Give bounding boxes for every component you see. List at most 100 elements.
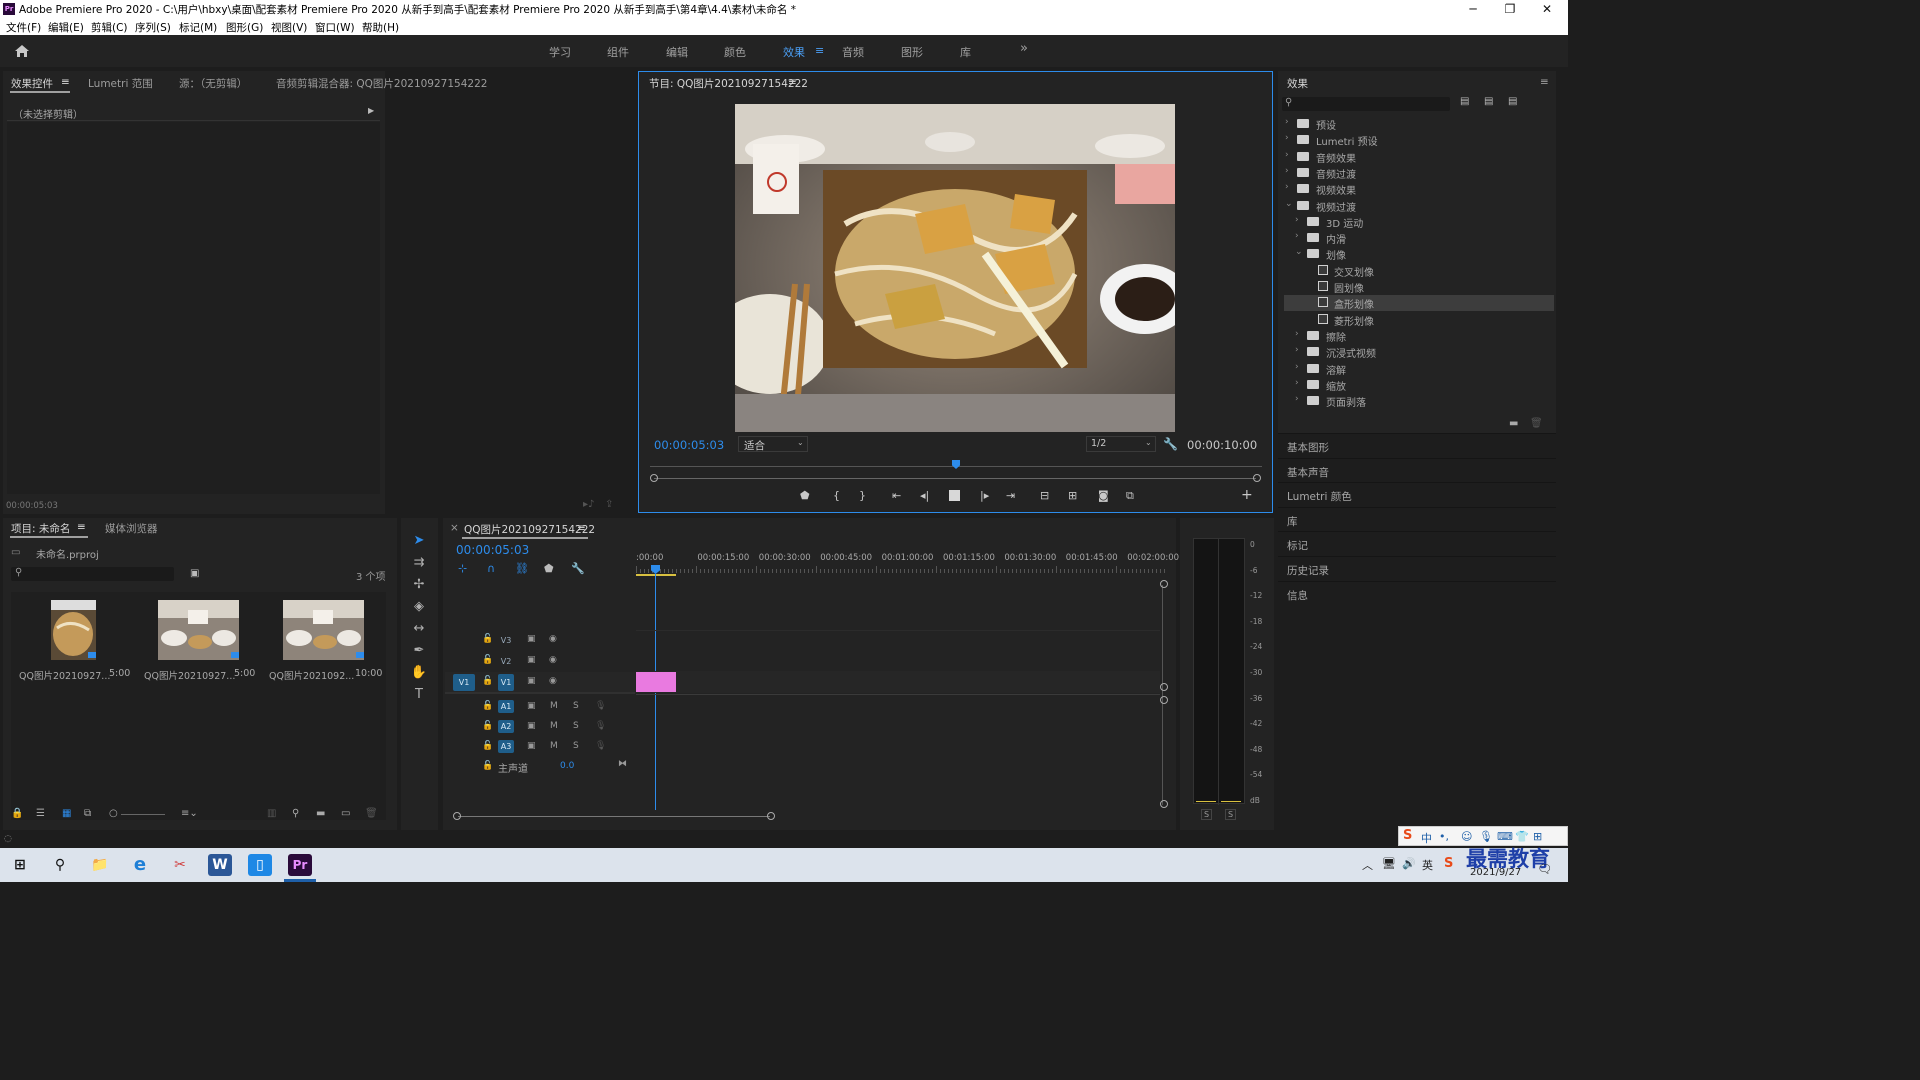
filter-icon[interactable]: ▸♪: [583, 499, 594, 510]
lock-icon[interactable]: 🔓: [482, 655, 493, 665]
program-monitor-title[interactable]: 节目: QQ图片20210927154222: [649, 76, 808, 91]
accelerated-effects-icon[interactable]: ▤: [1460, 96, 1469, 107]
restore-button[interactable]: ❐: [1492, 0, 1528, 18]
effects-search-input[interactable]: ⚲: [1282, 97, 1450, 111]
sync-lock-icon[interactable]: ▣: [527, 634, 536, 644]
ripple-edit-tool-icon[interactable]: ✢: [410, 577, 428, 592]
effect-folder[interactable]: › 视频效果: [1284, 181, 1554, 197]
effect-folder[interactable]: › 音频过渡: [1284, 165, 1554, 181]
go-to-end-icon[interactable]: ⧓: [618, 759, 627, 769]
v1-track-lane[interactable]: [636, 671, 1160, 693]
tablet-app-icon[interactable]: ▯: [248, 854, 272, 876]
menu-graphics[interactable]: 图形(G): [226, 20, 263, 35]
horizontal-scrollbar[interactable]: [458, 816, 770, 817]
side-panel-item[interactable]: 基本图形: [1278, 433, 1556, 457]
timeline-timecode[interactable]: 00:00:05:03: [456, 543, 529, 557]
type-tool-icon[interactable]: T: [410, 687, 428, 702]
source-patch-v1[interactable]: V1: [453, 674, 475, 691]
sync-lock-icon[interactable]: ▣: [527, 741, 536, 751]
side-panel-item[interactable]: Lumetri 颜色: [1278, 482, 1556, 506]
mark-in-icon[interactable]: {: [833, 489, 840, 502]
chevron-down-icon[interactable]: ⌄: [1295, 247, 1303, 257]
solo-button[interactable]: S: [573, 701, 579, 711]
lock-icon[interactable]: 🔓: [482, 761, 493, 771]
close-button[interactable]: ✕: [1529, 0, 1565, 18]
word-icon[interactable]: W: [208, 854, 232, 876]
side-panel-item[interactable]: 信息: [1278, 580, 1556, 605]
program-video-frame[interactable]: [735, 104, 1175, 432]
effects-menu-icon[interactable]: ≡: [1540, 76, 1549, 88]
tab-media-browser[interactable]: 媒体浏览器: [105, 521, 158, 536]
keyboard-icon[interactable]: ⌨: [1497, 830, 1513, 843]
language-icon[interactable]: 英: [1422, 857, 1433, 873]
wrench-icon[interactable]: 🔧: [1163, 437, 1178, 451]
chevron-right-icon[interactable]: ›: [1295, 329, 1299, 339]
new-item-icon[interactable]: ▭: [341, 808, 350, 819]
show-hidden-icons-chevron-icon[interactable]: ︿: [1362, 857, 1373, 873]
toolbox-icon[interactable]: ⊞: [1533, 830, 1542, 843]
effect-folder[interactable]: › Lumetri 预设: [1284, 132, 1554, 148]
pen-tool-icon[interactable]: ✒: [410, 643, 428, 658]
volume-icon[interactable]: 🔊: [1402, 857, 1416, 870]
scroll-handle[interactable]: [1160, 683, 1168, 691]
tab-lumetri-scopes[interactable]: Lumetri 范围: [88, 76, 153, 91]
icon-view-icon[interactable]: ▦: [62, 808, 71, 819]
effect-folder[interactable]: › 溶解: [1284, 361, 1554, 377]
scroll-handle-right[interactable]: [767, 812, 775, 820]
eye-icon[interactable]: ◉: [549, 655, 557, 665]
go-to-in-icon[interactable]: ⇤: [892, 489, 901, 502]
comparison-view-icon[interactable]: ⧉: [1126, 489, 1134, 503]
file-explorer-icon[interactable]: 📁: [88, 854, 112, 876]
step-forward-icon[interactable]: |▸: [980, 489, 989, 502]
eye-icon[interactable]: ◉: [549, 634, 557, 644]
new-search-bin-icon[interactable]: ▣: [190, 568, 199, 579]
solo-button[interactable]: S: [573, 741, 579, 751]
export-frame-camera-icon[interactable]: ◙: [1098, 489, 1109, 502]
effect-folder[interactable]: › 缩放: [1284, 377, 1554, 393]
zoom-handle-right[interactable]: [1253, 474, 1261, 482]
sogou-tray-icon[interactable]: S: [1444, 856, 1453, 871]
effect-item[interactable]: 菱形划像: [1284, 312, 1554, 328]
workspace-tab-graphics[interactable]: 图形: [901, 44, 923, 60]
effect-folder[interactable]: ⌄ 视频过渡: [1284, 198, 1554, 214]
network-icon[interactable]: 🖥: [1382, 857, 1396, 870]
project-item[interactable]: QQ图片20210927... 5:00: [136, 592, 260, 688]
chevron-right-icon[interactable]: ›: [1285, 150, 1289, 160]
effect-folder[interactable]: › 页面剥落: [1284, 393, 1554, 409]
delete-icon[interactable]: 🗑: [365, 808, 378, 819]
chevron-right-icon[interactable]: ›: [1285, 133, 1289, 143]
microphone-icon[interactable]: 🎙: [595, 741, 606, 751]
search-icon[interactable]: ⚲: [48, 854, 72, 876]
menu-clip[interactable]: 剪辑(C): [91, 20, 128, 35]
eye-icon[interactable]: ◉: [549, 676, 557, 686]
sync-lock-icon[interactable]: ▣: [527, 655, 536, 665]
add-marker-icon[interactable]: ⬟: [544, 562, 554, 575]
minimize-button[interactable]: ─: [1455, 0, 1491, 18]
razor-tool-icon[interactable]: ◈: [410, 599, 428, 614]
delete-icon[interactable]: 🗑: [1530, 418, 1543, 429]
extract-icon[interactable]: ⊞: [1068, 489, 1077, 502]
effect-item[interactable]: 盒形划像: [1284, 295, 1554, 312]
timeline-close-icon[interactable]: ×: [450, 522, 459, 534]
sogou-ime-icon[interactable]: S: [1403, 828, 1412, 843]
timeline-ruler[interactable]: :00:00 00:00:15:00 00:00:30:00 00:00:45:00 0…: [636, 553, 1179, 577]
effect-folder[interactable]: › 内滑: [1284, 230, 1554, 246]
track-label[interactable]: A1: [498, 700, 514, 713]
hand-tool-icon[interactable]: ✋: [410, 665, 428, 680]
microphone-icon[interactable]: 🎙: [595, 721, 606, 731]
timeline-sequence-tab[interactable]: QQ图片20210927154222: [464, 522, 595, 537]
workspace-more-icon[interactable]: »: [1020, 41, 1028, 56]
chevron-down-icon[interactable]: ⌄: [1285, 199, 1293, 209]
effect-item[interactable]: 交叉划像: [1284, 263, 1554, 279]
effect-folder[interactable]: › 音频效果: [1284, 149, 1554, 165]
mute-button[interactable]: M: [550, 741, 558, 751]
new-bin-icon[interactable]: ▬: [1509, 418, 1518, 429]
sort-icons-icon[interactable]: ≡⌄: [181, 808, 198, 819]
panel-menu-icon[interactable]: ≡: [61, 76, 70, 88]
workspace-tab-assembly[interactable]: 组件: [607, 44, 629, 60]
chevron-right-icon[interactable]: ›: [1295, 215, 1299, 225]
solo-button[interactable]: S: [573, 721, 579, 731]
add-marker-icon[interactable]: ⬟: [800, 489, 810, 502]
emoji-icon[interactable]: ☺: [1461, 830, 1472, 843]
lock-icon[interactable]: 🔓: [482, 634, 493, 644]
